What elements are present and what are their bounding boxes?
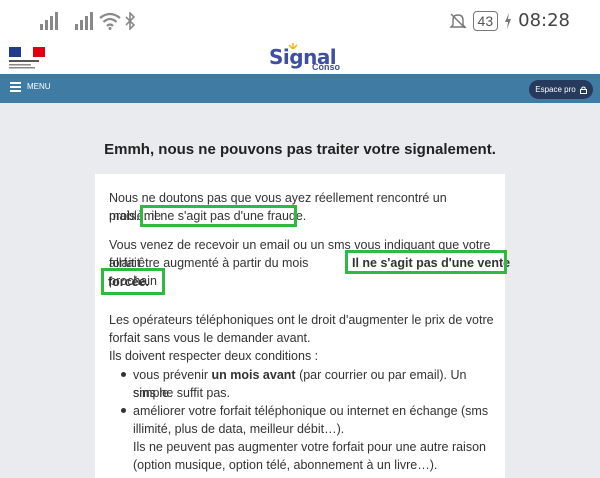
bullet2-line1: améliorer votre forfait téléphonique ou … <box>133 404 489 418</box>
battery-indicator: 43 <box>472 10 499 31</box>
bullet2-line3: Ils ne peuvent pas augmenter votre forfa… <box>133 440 486 454</box>
bullet2-line2: illimité, plus de data, meilleur débit…)… <box>133 422 345 436</box>
nav-bar: MENU Espace pro <box>0 74 600 103</box>
menu-button[interactable]: MENU <box>10 82 51 92</box>
bullet2-line4: (option musique, option télé, abonnement… <box>133 458 438 472</box>
site-header: Signal Conso <box>0 42 600 74</box>
republique-francaise-logo[interactable] <box>9 47 45 69</box>
menu-label: MENU <box>27 82 51 91</box>
signalconso-logo[interactable]: Signal Conso <box>269 43 340 73</box>
bullet-dot <box>121 372 126 377</box>
bullet1-text-a: vous prévenir <box>133 368 209 382</box>
hamburger-icon <box>10 82 21 92</box>
status-bar: 43 08:28 <box>0 0 600 42</box>
charging-icon <box>505 12 512 29</box>
lock-icon <box>579 86 587 94</box>
brand-subtitle: Conso <box>312 62 340 72</box>
bluetooth-icon <box>125 12 136 30</box>
highlight-box-forcee <box>101 268 165 295</box>
p3-line3: Ils doivent respecter deux conditions : <box>109 349 319 363</box>
espace-pro-button[interactable]: Espace pro <box>529 80 593 99</box>
wifi-icon <box>99 12 121 30</box>
bullet1-line2: sms ne suffit pas. <box>133 386 231 400</box>
highlight-box-vente <box>345 250 507 274</box>
p3-line2: forfait sans vous le demander avant. <box>109 331 311 345</box>
espace-pro-label: Espace pro <box>535 85 576 94</box>
page-title: Emmh, nous ne pouvons pas traiter votre … <box>104 141 496 158</box>
bullet1-bold: un mois avant <box>211 368 296 382</box>
clock: 08:28 <box>518 10 570 31</box>
bullet-dot <box>121 408 126 413</box>
mute-bell-icon <box>448 13 467 28</box>
highlight-box-fraude <box>140 205 297 227</box>
signal-strength-2-icon <box>75 12 93 30</box>
signal-strength-icon <box>40 12 58 30</box>
p3-line1: Les opérateurs téléphoniques ont le droi… <box>109 313 494 327</box>
